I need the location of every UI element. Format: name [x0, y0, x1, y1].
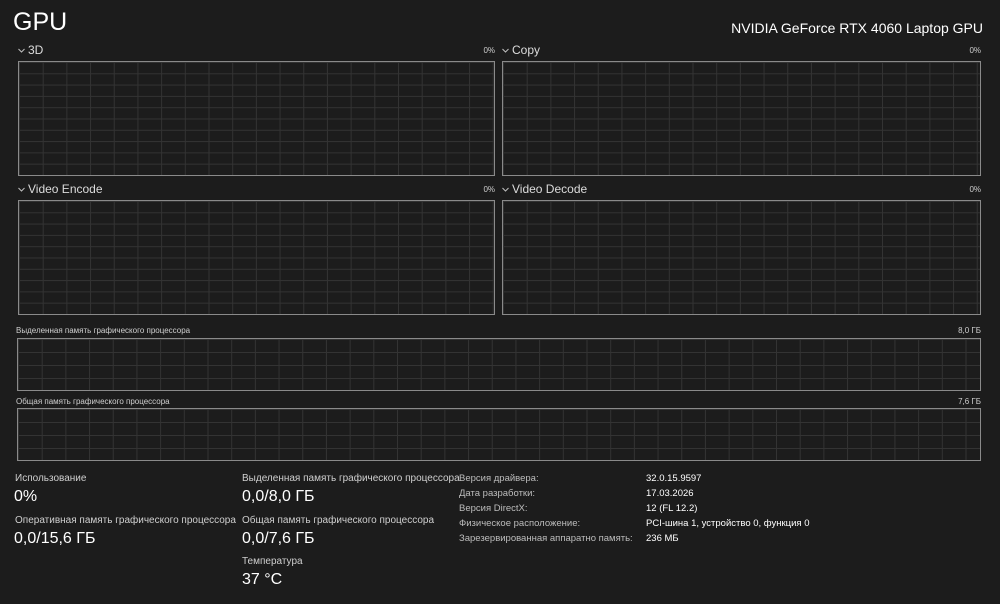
engine-selector-3d[interactable]: 3D [17, 43, 43, 57]
chevron-down-icon [17, 185, 26, 194]
info-value-driver-version: 32.0.15.9597 [646, 473, 702, 484]
engine-label: Video Encode [28, 182, 103, 196]
engine-label: Copy [512, 43, 541, 57]
engine-label: 3D [28, 43, 44, 57]
chevron-down-icon [501, 185, 510, 194]
info-key-reserved-memory: Зарезервированная аппаратно память: [459, 533, 633, 544]
shared-memory-max: 7,6 ГБ [958, 397, 981, 406]
engine-percent: 0% [483, 46, 495, 55]
gpu-ram-label: Оперативная память графического процессо… [15, 515, 236, 526]
engine-graph-video-decode [502, 200, 981, 315]
engine-percent: 0% [969, 185, 981, 194]
shared-memory-graph [17, 408, 981, 461]
engine-selector-copy[interactable]: Copy [501, 43, 540, 57]
info-value-reserved-memory: 236 МБ [646, 533, 679, 544]
engine-graph-video-encode [18, 200, 495, 315]
dedicated-memory-max: 8,0 ГБ [958, 326, 981, 335]
engine-graph-3d [18, 61, 495, 176]
info-value-driver-date: 17.03.2026 [646, 488, 694, 499]
page-title: GPU [13, 8, 68, 36]
info-key-directx-version: Версия DirectX: [459, 503, 528, 514]
info-value-physical-location: PCI-шина 1, устройство 0, функция 0 [646, 518, 810, 529]
info-value-directx-version: 12 (FL 12.2) [646, 503, 698, 514]
shared-memory-graph-label: Общая память графического процессора [16, 397, 170, 406]
engine-percent: 0% [483, 185, 495, 194]
info-key-driver-date: Дата разработки: [459, 488, 536, 499]
engine-selector-video-decode[interactable]: Video Decode [501, 182, 587, 196]
shared-memory-value: 0,0/7,6 ГБ [242, 530, 315, 547]
engine-percent: 0% [969, 46, 981, 55]
engine-label: Video Decode [512, 182, 588, 196]
dedicated-memory-graph-label: Выделенная память графического процессор… [16, 326, 191, 335]
engine-selector-video-encode[interactable]: Video Encode [17, 182, 103, 196]
gpu-name: NVIDIA GeForce RTX 4060 Laptop GPU [731, 20, 983, 36]
info-key-driver-version: Версия драйвера: [459, 473, 539, 484]
temperature-value: 37 °C [242, 571, 283, 588]
dedicated-memory-graph [17, 338, 981, 391]
info-key-physical-location: Физическое расположение: [459, 518, 581, 529]
engine-graph-copy [502, 61, 981, 176]
dedicated-memory-label: Выделенная память графического процессор… [242, 473, 460, 484]
shared-memory-label: Общая память графического процессора [242, 515, 435, 526]
temperature-label: Температура [242, 556, 303, 567]
gpu-ram-value: 0,0/15,6 ГБ [14, 530, 96, 547]
utilization-label: Использование [15, 473, 87, 484]
dedicated-memory-value: 0,0/8,0 ГБ [242, 488, 315, 505]
chevron-down-icon [17, 46, 26, 55]
utilization-value: 0% [14, 488, 38, 505]
chevron-down-icon [501, 46, 510, 55]
